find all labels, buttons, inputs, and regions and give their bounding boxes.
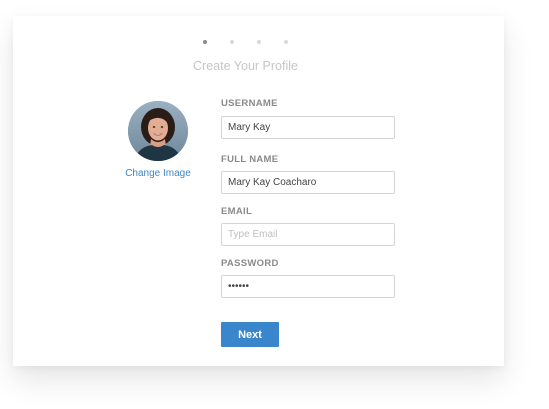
- step-dot-3[interactable]: [257, 40, 261, 44]
- password-label: PASSWORD: [221, 258, 279, 269]
- change-image-link[interactable]: Change Image: [106, 168, 210, 179]
- full-name-input[interactable]: [221, 171, 395, 194]
- password-input[interactable]: [221, 275, 395, 298]
- avatar-photo: [128, 101, 188, 161]
- username-label: USERNAME: [221, 98, 278, 109]
- avatar: [128, 101, 188, 161]
- email-input[interactable]: [221, 223, 395, 246]
- next-button[interactable]: Next: [221, 322, 279, 347]
- username-input[interactable]: [221, 116, 395, 139]
- page-title: Create Your Profile: [193, 59, 298, 73]
- step-indicator: [13, 40, 504, 44]
- step-dot-2[interactable]: [230, 40, 234, 44]
- step-dot-1[interactable]: [203, 40, 207, 44]
- step-dot-4[interactable]: [284, 40, 288, 44]
- full-name-label: FULL NAME: [221, 154, 279, 165]
- profile-card: Create Your Profile Change Image USERNAM…: [13, 16, 504, 366]
- email-label: EMAIL: [221, 206, 253, 217]
